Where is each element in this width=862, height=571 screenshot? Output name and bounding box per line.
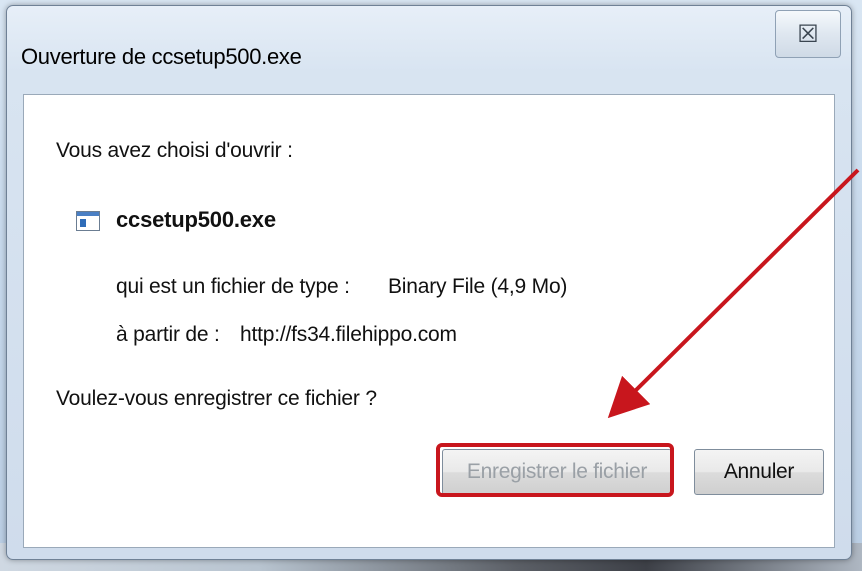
intro-text: Vous avez choisi d'ouvrir : — [56, 139, 293, 162]
cancel-label: Annuler — [723, 460, 795, 483]
file-type-label: qui est un fichier de type : — [116, 275, 350, 298]
question-text: Voulez-vous enregistrer ce fichier ? — [56, 387, 377, 410]
dialog-title: Ouverture de ccsetup500.exe — [21, 44, 302, 69]
file-icon — [76, 211, 100, 231]
save-button-highlight — [436, 443, 674, 497]
source-value: http://fs34.filehippo.com — [240, 323, 457, 346]
title-bar: Ouverture de ccsetup500.exe ☒ — [7, 6, 851, 92]
file-open-dialog: Ouverture de ccsetup500.exe ☒ Vous avez … — [6, 5, 852, 560]
source-label: à partir de : — [116, 323, 220, 346]
close-icon: ☒ — [797, 20, 819, 48]
file-type-value: Binary File (4,9 Mo) — [388, 275, 568, 298]
file-name: ccsetup500.exe — [116, 207, 276, 232]
close-button[interactable]: ☒ — [775, 10, 841, 58]
dialog-body: Vous avez choisi d'ouvrir : ccsetup500.e… — [23, 94, 835, 548]
cancel-button[interactable]: Annuler — [694, 449, 824, 495]
